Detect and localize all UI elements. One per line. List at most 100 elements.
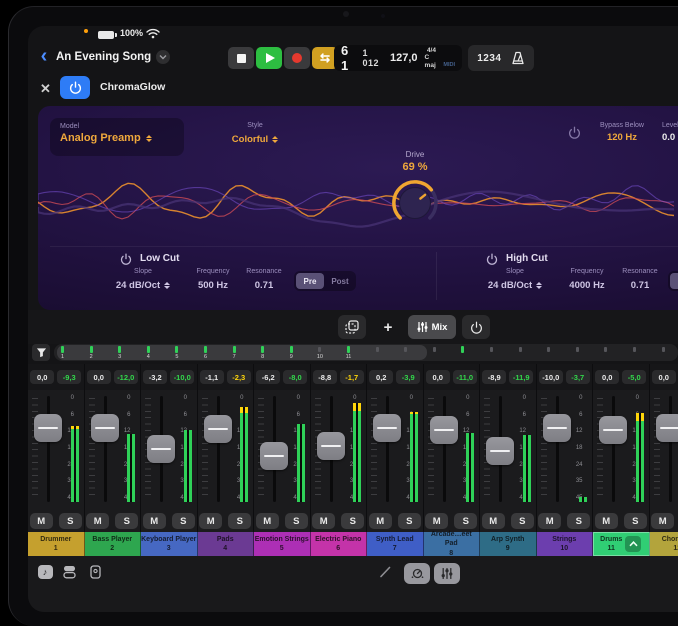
tracks-view-button[interactable]: ♪ — [36, 564, 54, 580]
controls-view-button[interactable] — [404, 563, 430, 584]
add-track-button[interactable]: + — [374, 315, 402, 339]
peak-level-value[interactable]: -11,9 — [509, 370, 533, 384]
browser-button[interactable] — [60, 564, 78, 580]
track-name-7[interactable]: Synth Lead7 — [367, 532, 424, 556]
track-name-8[interactable]: Arcade…eet Pad8 — [424, 532, 481, 556]
expand-track-button[interactable] — [625, 536, 641, 552]
plugin-tile-button[interactable] — [86, 564, 104, 580]
mute-button[interactable]: M — [256, 513, 279, 529]
fader-handle[interactable] — [317, 432, 345, 460]
mute-button[interactable]: M — [312, 513, 335, 529]
fader-handle[interactable] — [543, 414, 571, 442]
fader-handle[interactable] — [430, 416, 458, 444]
peak-level-value[interactable]: -3,9 — [396, 370, 420, 384]
volume-value[interactable]: 0,0 — [595, 370, 619, 384]
peak-level-value[interactable]: -1,7 — [340, 370, 364, 384]
solo-button[interactable]: S — [285, 513, 308, 529]
fader-handle[interactable] — [656, 414, 678, 442]
volume-value[interactable]: 0,0 — [30, 370, 54, 384]
mute-button[interactable]: M — [482, 513, 505, 529]
channel-overview-strip[interactable]: 1234567891011 — [54, 344, 678, 361]
fader-handle[interactable] — [373, 414, 401, 442]
record-button[interactable] — [284, 47, 310, 69]
plugin-power-button[interactable] — [60, 76, 90, 99]
solo-button[interactable]: S — [115, 513, 138, 529]
metronome-icon[interactable] — [511, 51, 525, 65]
low-cut-slope[interactable]: Slope 24 dB/Oct — [100, 268, 186, 293]
mixer-power-button[interactable] — [462, 315, 490, 339]
fader-handle[interactable] — [204, 415, 232, 443]
mute-button[interactable]: M — [199, 513, 222, 529]
drive-control[interactable]: Drive 69 % — [383, 150, 447, 234]
track-name-1[interactable]: Drummer1 — [28, 532, 85, 556]
bypass-below-control[interactable]: Bypass Below 120 Hz — [588, 122, 656, 143]
solo-button[interactable]: S — [228, 513, 251, 529]
solo-button[interactable]: S — [567, 513, 590, 529]
drive-knob[interactable] — [389, 177, 441, 229]
play-button[interactable] — [256, 47, 282, 69]
track-name-9[interactable]: Arp Synth9 — [480, 532, 537, 556]
solo-button[interactable]: S — [341, 513, 364, 529]
mix-button[interactable]: Mix — [408, 315, 456, 339]
fader-handle[interactable] — [91, 414, 119, 442]
volume-value[interactable]: -8,9 — [482, 370, 506, 384]
solo-button[interactable]: S — [172, 513, 195, 529]
volume-value[interactable]: -10,0 — [539, 370, 563, 384]
mute-button[interactable]: M — [30, 513, 53, 529]
peak-level-value[interactable]: -8,0 — [283, 370, 307, 384]
high-cut-slope[interactable]: Slope 24 dB/Oct — [472, 268, 558, 293]
track-name-3[interactable]: Keyboard Player3 — [141, 532, 198, 556]
fader-handle[interactable] — [486, 437, 514, 465]
low-cut-resonance[interactable]: Resonance 0.71 — [240, 268, 288, 293]
filter-tracks-button[interactable] — [32, 344, 50, 361]
solo-button[interactable]: S — [624, 513, 647, 529]
model-selector[interactable]: Model Analog Preamp — [50, 118, 184, 156]
count-in-button[interactable]: 1234 — [477, 53, 501, 64]
bypass-power-icon[interactable] — [568, 126, 581, 139]
peak-level-value[interactable]: -9,3 — [57, 370, 81, 384]
mute-button[interactable]: M — [425, 513, 448, 529]
pre-button[interactable]: Pre — [670, 273, 678, 289]
peak-level-value[interactable]: -11,0 — [453, 370, 477, 384]
fader-handle[interactable] — [599, 416, 627, 444]
mute-button[interactable]: M — [651, 513, 674, 529]
track-name-6[interactable]: Electric Piano6 — [311, 532, 368, 556]
high-cut-frequency[interactable]: Frequency 4000 Hz — [560, 268, 614, 293]
mute-button[interactable]: M — [595, 513, 618, 529]
solo-button[interactable]: S — [398, 513, 421, 529]
volume-value[interactable]: -6,2 — [256, 370, 280, 384]
volume-value[interactable]: -1,1 — [200, 370, 224, 384]
track-name-5[interactable]: Emotion Strings5 — [254, 532, 311, 556]
mute-button[interactable]: M — [369, 513, 392, 529]
solo-button[interactable]: S — [59, 513, 82, 529]
stop-button[interactable] — [228, 47, 254, 69]
high-cut-power-icon[interactable] — [486, 253, 498, 265]
low-cut-frequency[interactable]: Frequency 500 Hz — [188, 268, 238, 293]
track-name-4[interactable]: Pads4 — [198, 532, 255, 556]
post-button[interactable]: Post — [326, 273, 354, 289]
track-name-10[interactable]: Strings10 — [537, 532, 594, 556]
peak-level-value[interactable]: -5,0 — [622, 370, 646, 384]
volume-value[interactable]: -3,2 — [143, 370, 167, 384]
fader-handle[interactable] — [260, 442, 288, 470]
mute-button[interactable]: M — [538, 513, 561, 529]
track-name-11[interactable]: Drums11 — [593, 532, 650, 556]
back-button[interactable]: ‹ — [36, 46, 52, 68]
peak-level-value[interactable]: -10,0 — [170, 370, 194, 384]
volume-value[interactable]: 0,0 — [87, 370, 111, 384]
solo-button[interactable]: S — [511, 513, 534, 529]
project-menu-button[interactable] — [156, 50, 170, 64]
peak-level-value[interactable]: -2,3 — [227, 370, 251, 384]
low-cut-power-icon[interactable] — [120, 253, 132, 265]
style-selector[interactable]: Style Colorful — [210, 122, 300, 147]
volume-value[interactable]: 0,0 — [426, 370, 450, 384]
track-name-2[interactable]: Bass Player2 — [85, 532, 142, 556]
track-name-12[interactable]: Chorus V12 — [650, 532, 678, 556]
fader-handle[interactable] — [34, 414, 62, 442]
peak-level-value[interactable]: -3,7 — [566, 370, 590, 384]
peak-level-value[interactable]: -12,0 — [114, 370, 138, 384]
mute-button[interactable]: M — [143, 513, 166, 529]
close-plugin-button[interactable]: ✕ — [40, 81, 51, 97]
project-title[interactable]: An Evening Song — [56, 51, 151, 63]
volume-value[interactable]: 0,2 — [369, 370, 393, 384]
